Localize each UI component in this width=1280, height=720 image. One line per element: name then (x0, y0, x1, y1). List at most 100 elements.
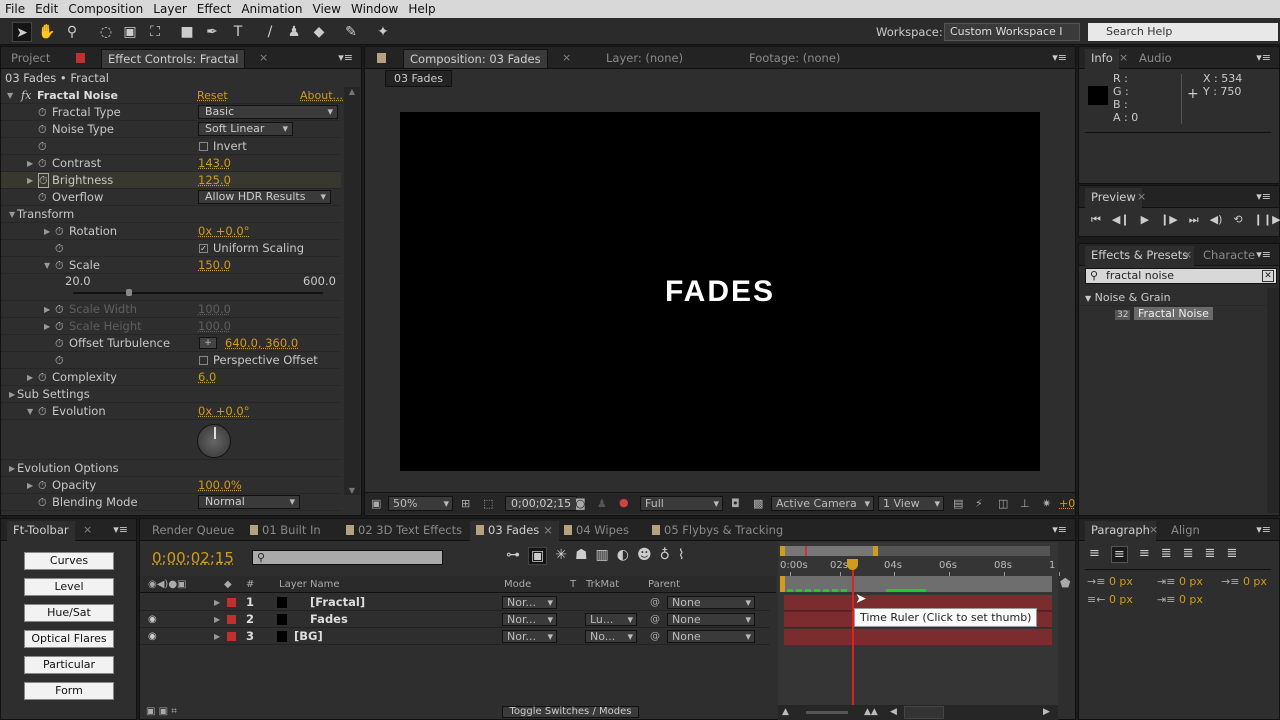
playhead-handle[interactable] (847, 559, 858, 570)
panel-menu-icon[interactable]: ▾≡ (1256, 190, 1271, 203)
ram-preview-icon[interactable]: ❙❙▶ (1254, 213, 1280, 227)
first-frame-icon[interactable]: ⏮ (1091, 213, 1101, 227)
panel-menu-icon[interactable]: ▾≡ (338, 51, 353, 64)
menu-layer[interactable]: Layer (148, 2, 191, 16)
stopwatch-icon[interactable]: ⏱ (55, 301, 64, 318)
twirl-closed-icon[interactable]: ▶ (27, 477, 33, 494)
tab-layer[interactable]: Layer: (none) (600, 49, 689, 69)
twirl-closed-icon[interactable]: ▶ (214, 611, 220, 628)
layer-name[interactable]: [BG] (294, 628, 323, 645)
toggle-pixel-aspect-icon[interactable]: ▤ (953, 497, 963, 510)
justify-last-center-icon[interactable]: ≣ (1183, 546, 1194, 563)
channels-icon[interactable]: ● (619, 496, 629, 509)
navigator-start-handle[interactable] (780, 546, 785, 556)
reset-link[interactable]: Reset (197, 87, 228, 104)
property-dropdown[interactable]: Allow HDR Results (198, 190, 331, 204)
close-tab-icon[interactable]: × (259, 51, 268, 64)
parent-dropdown[interactable]: None (667, 613, 755, 626)
tab-preview[interactable]: Preview (1085, 188, 1142, 208)
tab-paragraph[interactable]: Paragraph (1085, 521, 1156, 541)
parent-dropdown[interactable]: None (667, 596, 755, 609)
property-value[interactable]: 100.0 (198, 318, 231, 335)
mode-dropdown[interactable]: Nor... (502, 630, 557, 643)
menu-composition[interactable]: Composition (63, 2, 148, 16)
fast-preview-icon[interactable]: ◘ (731, 497, 740, 510)
space-before-field[interactable]: ⇥≡ 0 px (1157, 575, 1203, 588)
vertical-scrollbar[interactable]: ▲ ▼ (344, 87, 360, 495)
layer-name[interactable]: [Fractal] (310, 594, 365, 611)
twirl-closed-icon[interactable]: ▶ (27, 172, 33, 189)
panel-menu-icon[interactable]: ▾≡ (1256, 248, 1271, 261)
indent-left-field[interactable]: →≡ 0 px (1087, 575, 1133, 588)
close-tab-icon[interactable]: × (543, 523, 553, 537)
always-preview-icon[interactable]: ▣ (371, 497, 381, 510)
property-value[interactable]: 100.0 (198, 301, 231, 318)
slider-thumb[interactable] (126, 289, 133, 296)
transparency-grid-icon[interactable]: ⬚ (483, 497, 493, 510)
trkmat-dropdown[interactable]: No... (585, 630, 637, 643)
stopwatch-icon[interactable]: ⏱ (38, 104, 47, 121)
close-tab-icon[interactable]: × (562, 51, 571, 64)
layer-row-fractal[interactable]: ▶ 1 [Fractal] Nor... @ None (140, 594, 770, 611)
category-noise-grain[interactable]: ▼ Noise & Grain (1079, 289, 1267, 306)
draft-3d-icon[interactable]: ✳ (555, 547, 567, 565)
flowchart-icon[interactable]: ⊥ (1020, 497, 1030, 510)
about-link[interactable]: About... (300, 87, 343, 104)
indent-left-value[interactable]: 0 px (1109, 575, 1133, 588)
toggle-switches-modes-button[interactable]: Toggle Switches / Modes (502, 706, 639, 718)
tab-effect-controls[interactable]: Effect Controls: Fractal (101, 49, 246, 69)
trkmat-dropdown[interactable]: Lu... (585, 613, 637, 626)
stopwatch-icon[interactable]: ⏱ (55, 223, 64, 240)
work-area-bar[interactable] (780, 576, 1052, 592)
clone-stamp-tool-icon[interactable]: ♟ (284, 22, 304, 42)
slider-track[interactable] (73, 292, 323, 294)
panel-menu-icon[interactable]: ▾≡ (1256, 523, 1271, 536)
rotate-tool-icon[interactable]: ◌ (96, 22, 116, 42)
stopwatch-icon[interactable]: ⏱ (55, 335, 64, 352)
twirl-closed-icon[interactable]: ▶ (27, 155, 33, 172)
time-navigator[interactable] (780, 546, 1050, 556)
stopwatch-icon[interactable]: ⏱ (55, 240, 64, 257)
layer-row-bg[interactable]: ◉ ▶ 3 [BG] Nor... No... @ None (140, 628, 770, 645)
mode-dropdown[interactable]: Nor... (502, 613, 557, 626)
rectangle-tool-icon[interactable]: ■ (177, 22, 197, 42)
fast-previews-icon[interactable]: ⚡ (975, 497, 983, 510)
panel-menu-icon[interactable]: ▾≡ (1052, 523, 1067, 536)
ft-button-form[interactable]: Form (24, 682, 114, 700)
close-tab-icon[interactable]: × (1149, 523, 1158, 536)
ft-button-hue-sat[interactable]: Hue/Sat (24, 604, 114, 622)
tab-composition[interactable]: Composition: 03 Fades (403, 49, 548, 69)
brush-tool-icon[interactable]: / (260, 22, 280, 42)
indent-right-field[interactable]: ≡← 0 px (1087, 593, 1133, 606)
property-dropdown[interactable]: Normal (198, 495, 300, 509)
menu-edit[interactable]: Edit (30, 2, 63, 16)
justify-last-right-icon[interactable]: ≣ (1205, 546, 1216, 563)
stopwatch-icon[interactable]: ⏱ (38, 155, 47, 172)
timeline-current-time[interactable]: 0;00;02;15 (152, 549, 234, 567)
stopwatch-icon[interactable]: ⏱ (55, 257, 64, 274)
ft-button-particular[interactable]: Particular (24, 656, 114, 674)
tab-effects-presets[interactable]: Effects & Presets (1085, 246, 1195, 266)
ft-button-optical-flares[interactable]: Optical Flares (24, 630, 114, 648)
roto-brush-tool-icon[interactable]: ✎ (341, 22, 361, 42)
parent-pickwhip-icon[interactable]: @ (650, 594, 660, 611)
zoom-out-icon[interactable]: ▲ (782, 705, 789, 720)
indent-right-value[interactable]: 0 px (1109, 593, 1133, 606)
first-line-indent-value[interactable]: 0 px (1243, 575, 1267, 588)
audio-icon[interactable]: ◀) (1210, 213, 1223, 227)
region-of-interest-icon[interactable]: ⊞ (461, 497, 470, 510)
property-dropdown[interactable]: Basic (198, 105, 338, 119)
timeline-zoom-bar[interactable]: ▲ ▲▲ ◀ ▶ (778, 705, 1058, 720)
tab-project[interactable]: Project (5, 49, 56, 69)
twirl-closed-icon[interactable]: ▶ (214, 594, 220, 611)
stopwatch-icon[interactable]: ⏱ (38, 494, 47, 511)
justify-last-left-icon[interactable]: ≣ (1161, 546, 1172, 563)
align-left-icon[interactable]: ≡ (1089, 546, 1100, 563)
stopwatch-icon[interactable]: ⏱ (38, 477, 47, 494)
panel-menu-icon[interactable]: ▾≡ (1256, 51, 1271, 64)
tab-02-3d-text-effects[interactable]: 02 3D Text Effects (340, 521, 468, 541)
label-color-swatch[interactable] (227, 598, 236, 607)
checkbox[interactable]: ✓ (199, 244, 208, 253)
ft-button-level[interactable]: Level (24, 578, 114, 596)
menu-animation[interactable]: Animation (236, 2, 307, 16)
